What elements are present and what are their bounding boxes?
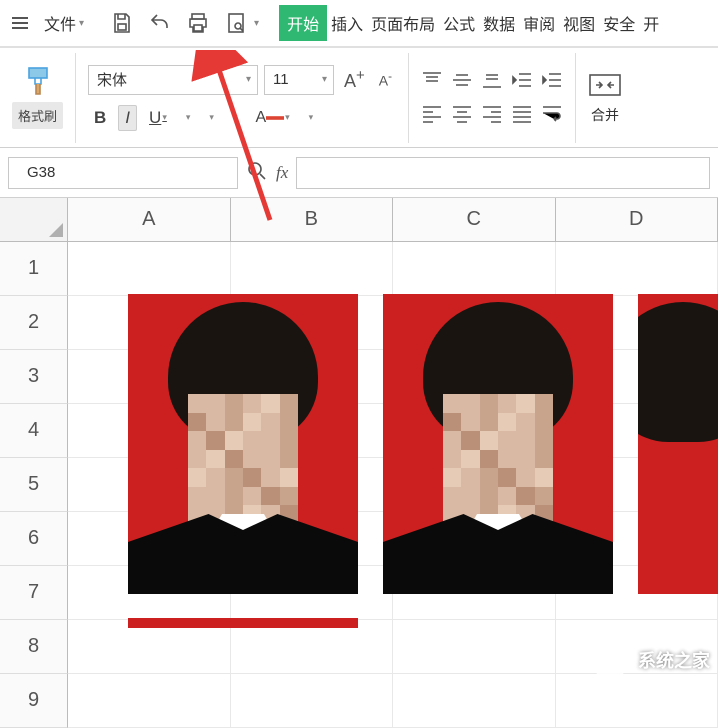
tab-security[interactable]: 安全 [599,5,639,41]
save-icon[interactable] [108,9,136,37]
tab-data[interactable]: 数据 [479,5,519,41]
name-box[interactable]: G38 [8,157,238,189]
row-header[interactable]: 8 [0,620,68,674]
chevron-down-icon: ▾ [322,74,327,85]
eraser-button[interactable]: ▾ [302,110,320,125]
ribbon-tabs: 开始 插入 页面布局 公式 数据 审阅 视图 安全 开 [279,5,663,41]
format-painter-label[interactable]: 格式刷 [12,102,63,129]
tab-formula[interactable]: 公式 [439,5,479,41]
tab-view[interactable]: 视图 [559,5,599,41]
fx-icon[interactable]: fx [276,163,288,183]
fill-color-button[interactable]: ▾ [226,110,244,125]
align-top-button[interactable] [421,70,443,93]
tab-dev[interactable]: 开 [639,5,663,41]
id-photo-image[interactable] [638,294,718,594]
qa-more-icon[interactable]: ▾ [254,18,259,29]
ribbon: 格式刷 宋体 ▾ 11 ▾ A+ A- B I U▾ ▾ ▾ ▾ A▾ ▾ [0,48,718,148]
chevron-down-icon: ▾ [246,74,251,85]
cell-style-button[interactable]: ▾ [202,110,220,125]
id-photo-image[interactable] [128,294,358,594]
italic-button[interactable]: I [118,105,137,131]
format-painter-icon[interactable] [21,66,55,96]
merge-group: 合并 [576,53,634,143]
decrease-indent-button[interactable] [511,70,533,93]
tab-review[interactable]: 审阅 [519,5,559,41]
justify-button[interactable] [511,103,533,126]
column-header[interactable]: B [231,198,394,242]
row-header[interactable]: 7 [0,566,68,620]
chevron-down-icon: ▾ [79,18,84,29]
menu-icon[interactable] [8,13,32,33]
undo-icon[interactable] [146,9,174,37]
column-headers: A B C D [0,198,718,242]
decrease-font-button[interactable]: A- [375,68,396,91]
merge-label: 合并 [591,105,619,125]
row-header[interactable]: 9 [0,674,68,728]
font-color-button[interactable]: A▾ [249,107,295,129]
align-right-button[interactable] [481,103,503,126]
row-header[interactable]: 2 [0,296,68,350]
row-header[interactable]: 6 [0,512,68,566]
column-header[interactable]: C [393,198,556,242]
font-name-select[interactable]: 宋体 ▾ [88,65,258,95]
wrap-text-button[interactable] [541,103,563,126]
row-header[interactable]: 3 [0,350,68,404]
print-preview-icon[interactable] [222,9,250,37]
print-icon[interactable] [184,9,212,37]
font-group: 宋体 ▾ 11 ▾ A+ A- B I U▾ ▾ ▾ ▾ A▾ ▾ [76,53,409,143]
underline-button[interactable]: U▾ [143,106,173,130]
merge-cells-icon[interactable] [588,71,622,99]
font-size-value: 11 [273,71,289,88]
alignment-group [409,53,576,143]
increase-indent-button[interactable] [541,70,563,93]
align-bottom-button[interactable] [481,70,503,93]
id-photo-image[interactable] [383,294,613,594]
watermark: 系统之家 [588,638,710,682]
font-name-value: 宋体 [97,69,127,90]
watermark-text: 系统之家 [638,647,710,673]
format-painter-group: 格式刷 [8,53,76,143]
column-header[interactable]: A [68,198,231,242]
cell-reference-value: G38 [27,164,55,181]
bold-button[interactable]: B [88,106,112,130]
row-headers: 1 2 3 4 5 6 7 8 9 [0,242,68,728]
row-header[interactable]: 1 [0,242,68,296]
tab-insert[interactable]: 插入 [327,5,367,41]
formula-input[interactable] [296,157,710,189]
tab-start[interactable]: 开始 [279,5,327,41]
column-header[interactable]: D [556,198,718,242]
border-button[interactable]: ▾ [179,110,197,125]
id-photo-image[interactable] [128,618,358,628]
align-left-button[interactable] [421,103,443,126]
row-header[interactable]: 4 [0,404,68,458]
formula-bar: G38 fx [0,148,718,198]
zoom-icon[interactable] [246,160,268,185]
title-toolbar: 文件 ▾ ▾ 开始 插入 页面布局 公式 数据 审阅 视图 安全 开 [0,0,718,48]
quick-access-toolbar: ▾ [108,9,259,37]
file-label: 文件 [44,11,76,35]
align-center-button[interactable] [451,103,473,126]
align-middle-button[interactable] [451,70,473,93]
font-size-select[interactable]: 11 ▾ [264,65,334,95]
row-header[interactable]: 5 [0,458,68,512]
select-all-corner[interactable] [0,198,68,242]
file-menu[interactable]: 文件 ▾ [38,7,90,39]
tab-layout[interactable]: 页面布局 [367,5,439,41]
increase-font-button[interactable]: A+ [340,65,369,94]
